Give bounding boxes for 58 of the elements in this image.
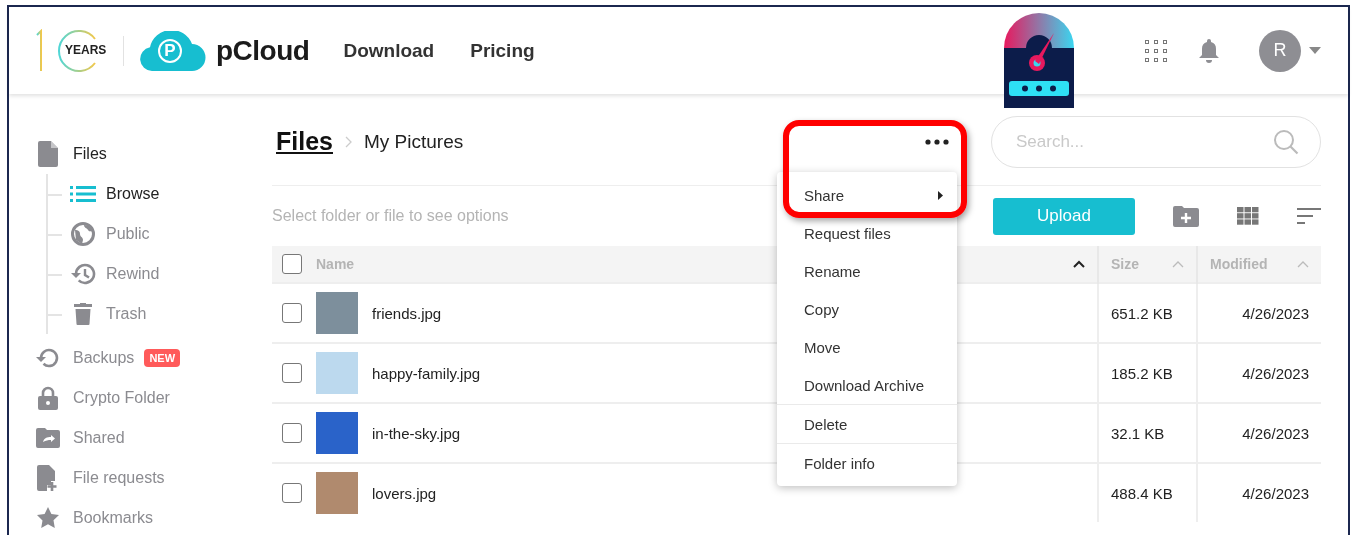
modified-date: 4/26/2023 <box>1242 424 1309 442</box>
file-name[interactable]: happy-family.jpg <box>372 364 481 382</box>
sort-lines-icon[interactable] <box>1297 208 1321 224</box>
new-folder-icon[interactable] <box>1173 205 1199 227</box>
nav-link[interactable]: Download <box>343 39 435 62</box>
star-icon <box>36 506 60 530</box>
sidebar-subitem[interactable]: Browse <box>48 174 272 214</box>
breadcrumb-current: My Pictures <box>364 130 464 153</box>
file-size: 185.2 KB <box>1111 364 1173 382</box>
select-all-checkbox[interactable] <box>282 254 302 274</box>
notification-bell-icon[interactable] <box>1197 37 1221 64</box>
menu-item[interactable]: Folder info <box>777 443 957 482</box>
globe-icon <box>71 222 95 246</box>
history-icon <box>70 262 96 286</box>
shared-folder-icon <box>36 428 60 448</box>
new-badge: NEW <box>144 349 181 367</box>
row-checkbox[interactable] <box>282 363 302 383</box>
file-size: 32.1 KB <box>1111 424 1165 442</box>
sidebar-item[interactable]: Crypto Folder <box>35 378 272 418</box>
more-options-icon[interactable] <box>925 138 949 145</box>
file-size: 488.4 KB <box>1111 484 1173 502</box>
caret-down-icon[interactable] <box>1309 47 1321 54</box>
chevron-right-icon <box>345 135 352 148</box>
grid-view-icon[interactable] <box>1237 207 1259 225</box>
menu-item[interactable]: Rename <box>777 252 957 290</box>
file-size: 651.2 KB <box>1111 304 1173 322</box>
modified-date: 4/26/2023 <box>1242 304 1309 322</box>
modified-date: 4/26/2023 <box>1242 364 1309 382</box>
file-name[interactable]: in-the-sky.jpg <box>372 424 461 442</box>
menu-item[interactable]: Share <box>777 176 957 214</box>
sidebar-item[interactable]: Bookmarks <box>35 498 272 535</box>
file-name[interactable]: friends.jpg <box>372 304 442 322</box>
sidebar-item[interactable]: Files <box>35 134 272 174</box>
file-add-icon <box>37 465 59 491</box>
brand-name[interactable]: pCloud <box>216 34 310 67</box>
submenu-arrow-icon <box>938 190 943 200</box>
backup-icon <box>36 347 60 369</box>
trash-icon <box>74 303 92 325</box>
apps-grid-icon[interactable] <box>1145 39 1167 62</box>
modified-date: 4/26/2023 <box>1242 484 1309 502</box>
lock-icon <box>38 386 58 410</box>
sort-caret-icon[interactable] <box>1073 260 1085 268</box>
menu-item[interactable]: Download Archive <box>777 366 957 404</box>
breadcrumb-link[interactable]: Files <box>276 127 333 156</box>
menu-item[interactable]: Copy <box>777 290 957 328</box>
menu-item[interactable]: Move <box>777 328 957 366</box>
row-checkbox[interactable] <box>282 423 302 443</box>
row-checkbox[interactable] <box>282 303 302 323</box>
row-checkbox[interactable] <box>282 483 302 503</box>
menu-item[interactable]: Delete <box>777 404 957 443</box>
list-icon <box>70 186 96 202</box>
file-icon <box>38 141 58 167</box>
menu-item[interactable]: Request files <box>777 214 957 252</box>
gauge-badge-icon <box>1004 13 1074 108</box>
selection-hint: Select folder or file to see options <box>272 207 509 225</box>
file-name[interactable]: lovers.jpg <box>372 484 437 502</box>
anniversary-label: YEARS <box>65 42 107 57</box>
nav-link[interactable]: Pricing <box>470 39 535 62</box>
